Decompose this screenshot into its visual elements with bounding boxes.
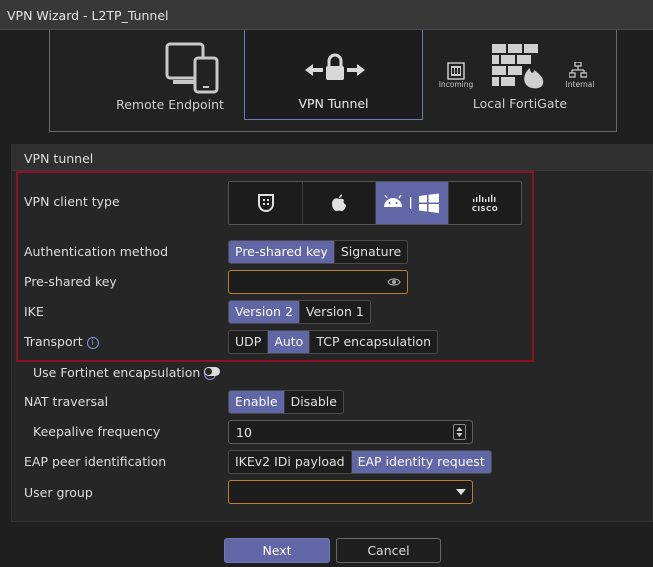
cancel-button[interactable]: Cancel bbox=[336, 538, 441, 563]
ike-option-v1[interactable]: Version 1 bbox=[300, 301, 370, 323]
client-type-selector: CISCO bbox=[228, 181, 522, 225]
vpn-tunnel-label: VPN Tunnel bbox=[298, 96, 369, 111]
internal-label: Internal bbox=[565, 80, 595, 89]
vpn-tunnel-step: VPN Tunnel bbox=[244, 30, 423, 120]
stepper-icon[interactable] bbox=[453, 424, 466, 440]
lock-tunnel-icon bbox=[305, 53, 365, 80]
fortinet-encap-toggle[interactable] bbox=[204, 367, 220, 376]
auth-option-signature[interactable]: Signature bbox=[335, 241, 407, 263]
window-title: VPN Wizard - L2TP_Tunnel bbox=[7, 8, 169, 23]
transport-option-tcp[interactable]: TCP encapsulation bbox=[310, 331, 437, 353]
toggle-knob bbox=[205, 368, 212, 375]
device-icon bbox=[165, 42, 219, 94]
keepalive-value: 10 bbox=[236, 425, 252, 440]
preshared-key-label: Pre-shared key bbox=[24, 274, 117, 289]
user-group-label: User group bbox=[24, 485, 93, 500]
transport-option-auto[interactable]: Auto bbox=[268, 331, 311, 353]
firewall-icon bbox=[492, 44, 544, 89]
eap-selector: IKEv2 IDi payload EAP identity request bbox=[228, 450, 492, 474]
auth-method-selector: Pre-shared key Signature bbox=[228, 240, 409, 264]
section-title: VPN tunnel bbox=[24, 151, 94, 166]
nat-option-enable[interactable]: Enable bbox=[229, 391, 285, 413]
apple-icon bbox=[332, 194, 346, 212]
eap-option-ikev2[interactable]: IKEv2 IDi payload bbox=[229, 451, 352, 473]
local-fortigate-label: Local FortiGate bbox=[472, 96, 568, 111]
android-windows-icon bbox=[384, 193, 439, 213]
client-type-label: VPN client type bbox=[24, 194, 120, 209]
info-icon[interactable]: i bbox=[86, 336, 99, 349]
fortinet-icon bbox=[257, 194, 274, 212]
fortinet-encap-label: Use Fortinet encapsulationi bbox=[33, 365, 217, 380]
user-group-select[interactable] bbox=[228, 480, 473, 504]
transport-option-udp[interactable]: UDP bbox=[229, 331, 269, 353]
keepalive-input[interactable]: 10 bbox=[228, 420, 473, 444]
section-header: VPN tunnel bbox=[12, 145, 653, 171]
cisco-icon: CISCO bbox=[472, 193, 498, 214]
client-type-apple[interactable] bbox=[303, 182, 376, 224]
nat-option-disable[interactable]: Disable bbox=[285, 391, 343, 413]
client-type-fortinet[interactable] bbox=[229, 182, 303, 224]
auth-option-preshared[interactable]: Pre-shared key bbox=[229, 241, 335, 263]
nat-traversal-label: NAT traversal bbox=[24, 394, 109, 409]
nat-traversal-selector: Enable Disable bbox=[228, 390, 344, 414]
eap-label: EAP peer identification bbox=[24, 454, 167, 469]
transport-selector: UDP Auto TCP encapsulation bbox=[228, 330, 439, 354]
keepalive-label: Keepalive frequency bbox=[33, 424, 161, 439]
transport-label: Transport i bbox=[24, 334, 99, 349]
ike-option-v2[interactable]: Version 2 bbox=[229, 301, 300, 323]
topology-diagram: Remote Endpoint VPN Tunnel Incoming Loca… bbox=[49, 30, 617, 132]
eye-icon[interactable] bbox=[387, 277, 401, 287]
remote-endpoint-label: Remote Endpoint bbox=[116, 97, 224, 112]
client-type-android-windows[interactable] bbox=[376, 182, 449, 224]
internal-network-icon bbox=[569, 62, 587, 78]
next-button[interactable]: Next bbox=[224, 538, 330, 563]
chevron-down-icon bbox=[456, 489, 466, 495]
auth-method-label: Authentication method bbox=[24, 244, 169, 259]
ike-label: IKE bbox=[24, 304, 44, 319]
ike-selector: Version 2 Version 1 bbox=[228, 300, 371, 324]
incoming-interface-icon bbox=[447, 62, 465, 80]
title-bar: VPN Wizard - L2TP_Tunnel bbox=[0, 0, 653, 30]
remote-endpoint-step: Remote Endpoint bbox=[90, 30, 250, 120]
incoming-label: Incoming bbox=[438, 80, 474, 89]
eap-option-identity[interactable]: EAP identity request bbox=[351, 451, 491, 473]
preshared-key-input[interactable] bbox=[228, 270, 408, 294]
client-type-cisco[interactable]: CISCO bbox=[449, 182, 521, 224]
